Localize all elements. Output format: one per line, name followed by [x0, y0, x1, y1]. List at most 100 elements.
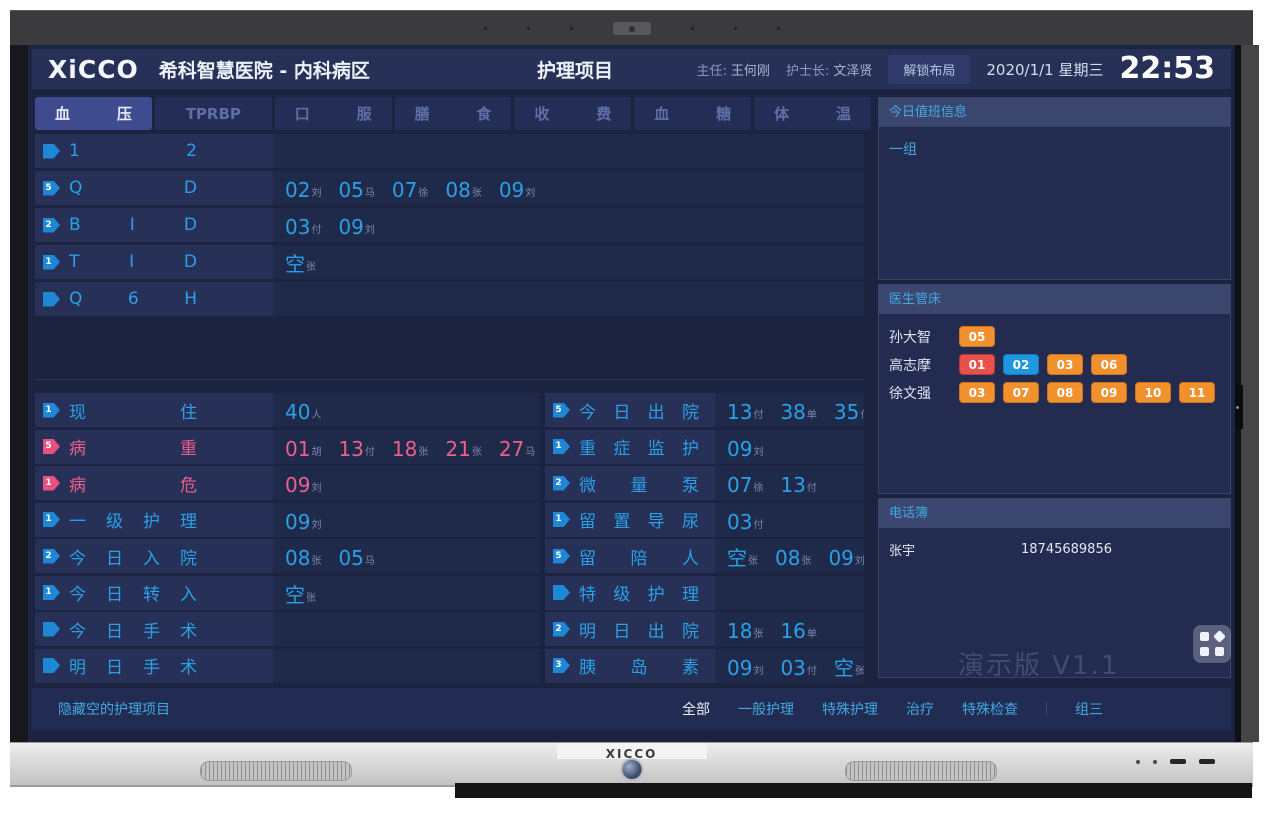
bed-number: 13: [727, 402, 752, 422]
filter-4[interactable]: 特殊检查: [962, 699, 1018, 719]
bed-item: 08张: [445, 180, 481, 200]
bed-item: 07徐: [392, 180, 428, 200]
demo-watermark: 演示版 V1.1: [958, 645, 1119, 682]
stat-row[interactable]: 1 病 危 09刘: [35, 466, 540, 500]
bed-surname: 刘: [311, 479, 321, 495]
bed-item: 空张: [834, 658, 864, 678]
tab-6[interactable]: 体 温: [754, 97, 871, 130]
tab-2[interactable]: 口 服: [275, 97, 392, 130]
contact-name: 张宇: [889, 540, 1021, 559]
ir-sensor: [1170, 759, 1186, 764]
bed-number: 03: [727, 512, 752, 532]
row-values: 03付09刘: [273, 208, 864, 242]
stat-row[interactable]: Q 6 H: [35, 282, 864, 316]
tab-5[interactable]: 血 糖: [634, 97, 751, 130]
bed-surname: 张: [418, 443, 428, 459]
unlock-layout-button[interactable]: 解锁布局: [888, 55, 970, 84]
row-label-cell: 5今日出院: [545, 393, 715, 427]
bed-surname: 张: [472, 184, 482, 200]
doctor-name: 徐文强: [889, 383, 959, 403]
row-values: 03付: [715, 503, 864, 537]
count-badge-number: 5: [43, 439, 54, 454]
row-values: 08张05马: [273, 539, 540, 573]
director-info: 主任:王何刚: [697, 60, 770, 79]
count-badge: 1: [553, 439, 570, 454]
filter-3[interactable]: 治疗: [906, 699, 934, 719]
bed-number: 07: [727, 475, 752, 495]
filter-group-three[interactable]: 组三: [1075, 699, 1103, 719]
stat-row[interactable]: 5Q D02刘05马07徐08张09刘: [35, 171, 864, 205]
count-badge-number: 1: [43, 512, 54, 527]
tab-3[interactable]: 膳 食: [395, 97, 512, 130]
filter-1[interactable]: 一般护理: [738, 699, 794, 719]
stat-row[interactable]: 1 2: [35, 134, 864, 168]
doctor-beds-panel: 医生管床 孙大智05高志摩01020306徐文强030708091011: [878, 284, 1231, 494]
filter-2[interactable]: 特殊护理: [822, 699, 878, 719]
hide-empty-toggle[interactable]: 隐藏空的护理项目: [58, 699, 170, 719]
bed-surname: 刘: [753, 443, 763, 459]
bed-item: 09刘: [727, 439, 763, 459]
count-badge-number: 1: [43, 255, 54, 270]
tab-1[interactable]: TPRBP: [155, 97, 272, 130]
count-badge: 1: [43, 255, 60, 270]
count-badge: 2: [553, 476, 570, 491]
stat-row[interactable]: 2今日入院08张05马: [35, 539, 540, 573]
row-label-cell: 明日手术: [35, 649, 273, 683]
bed-item: 02刘: [285, 180, 321, 200]
stat-row[interactable]: 明日手术: [35, 649, 540, 683]
count-badge-number: 2: [553, 622, 564, 637]
count-badge: [43, 292, 60, 307]
bed-chip: 02: [1003, 354, 1039, 375]
bed-surname: 张: [472, 443, 482, 459]
stat-row[interactable]: 1现 住40人: [35, 393, 540, 427]
bed-surname: 单: [807, 625, 817, 641]
apps-grid-button[interactable]: [1193, 625, 1231, 663]
count-badge: 1: [43, 512, 60, 527]
bed-number: 空: [285, 585, 305, 605]
stat-row[interactable]: 1留置导尿03付: [545, 503, 864, 537]
row-values: [273, 282, 864, 316]
stat-row[interactable]: 2B I D03付09刘: [35, 208, 864, 242]
bed-item: 13付: [338, 439, 374, 459]
row-label: 一级护理: [69, 507, 197, 532]
tab-0[interactable]: 血 压: [35, 97, 152, 130]
bed-item: 08张: [285, 548, 321, 568]
count-badge: 5: [553, 403, 570, 418]
bed-item: 18张: [727, 621, 763, 641]
bed-number: 18: [727, 621, 752, 641]
stat-row[interactable]: 今日手术: [35, 612, 540, 646]
row-label: 胰 岛 素: [579, 653, 699, 678]
stat-row[interactable]: 5留 陪 人空张08张09刘07徐03付: [545, 539, 864, 573]
date-display: 2020/1/1 星期三: [986, 59, 1103, 80]
bed-number: 35: [834, 402, 859, 422]
stat-row[interactable]: 3胰 岛 素09刘03付空张: [545, 649, 864, 683]
bed-item: 21张: [445, 439, 481, 459]
tab-4[interactable]: 收 费: [514, 97, 631, 130]
stat-row[interactable]: 1重症监护09刘: [545, 430, 864, 464]
count-badge-number: 3: [553, 658, 564, 673]
row-values: [273, 612, 540, 646]
bed-number: 08: [285, 548, 310, 568]
stat-row[interactable]: 5病 重01胡13付18张21张27马: [35, 430, 540, 464]
bed-item: 05马: [338, 180, 374, 200]
stat-row[interactable]: 1今日转入空张: [35, 576, 540, 610]
bed-item: 空张: [727, 548, 758, 568]
mic-hole: [484, 27, 487, 30]
tv-stand-bar: [455, 783, 1252, 798]
count-badge: [43, 622, 60, 637]
bezel-camera-button[interactable]: [620, 758, 643, 781]
filter-0[interactable]: 全部: [682, 699, 710, 719]
stat-row[interactable]: 5今日出院13付38单35付36张39徐: [545, 393, 864, 427]
stat-row[interactable]: 特级护理: [545, 576, 864, 610]
stat-row[interactable]: 1一级护理09刘: [35, 503, 540, 537]
bed-number: 07: [392, 180, 417, 200]
stat-row[interactable]: 1T I D空张: [35, 245, 864, 279]
row-label: 今日入院: [69, 544, 197, 569]
stat-row[interactable]: 2微 量 泵07徐13付: [545, 466, 864, 500]
bed-number: 09: [285, 475, 310, 495]
stat-row[interactable]: 2明日出院18张16单: [545, 612, 864, 646]
count-badge: [43, 144, 60, 159]
row-label: 病 危: [69, 471, 197, 496]
count-badge: 1: [43, 476, 60, 491]
count-badge-number: 1: [553, 512, 564, 527]
